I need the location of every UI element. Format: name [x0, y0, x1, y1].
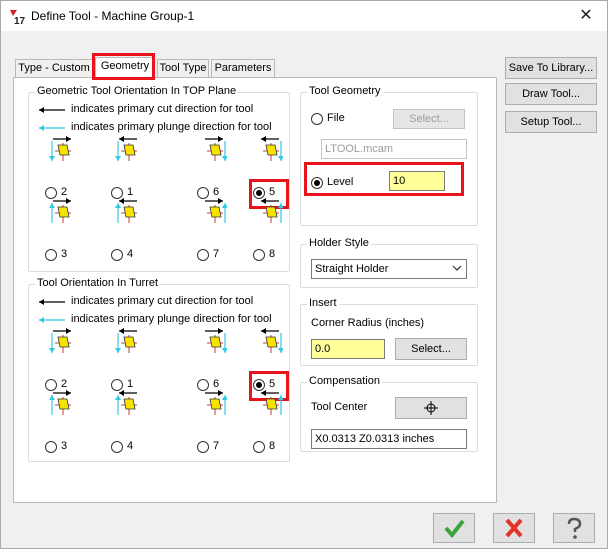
draw-tool-button[interactable]: Draw Tool...	[505, 83, 597, 105]
tool-orientation-6-icon	[205, 136, 227, 161]
window-title: Define Tool - Machine Group-1	[31, 9, 195, 23]
cancel-button[interactable]	[493, 513, 535, 543]
turret-group: Tool Orientation In Turret indicates pri…	[28, 277, 290, 462]
orientation-label-3: 3	[61, 440, 68, 452]
cancel-x-icon	[505, 518, 523, 538]
file-label: File	[327, 112, 345, 124]
orientation-radio-4[interactable]	[111, 249, 123, 261]
ok-button[interactable]	[433, 513, 475, 543]
level-highlight	[304, 162, 464, 196]
tool-orientation-4-icon	[115, 198, 137, 223]
insert-select-button[interactable]: Select...	[395, 338, 467, 360]
top-plane-group: Geometric Tool Orientation In TOP Plane …	[28, 85, 290, 272]
turret-title: Tool Orientation In Turret	[35, 277, 161, 289]
mastercam-logo-icon: 17	[9, 7, 27, 25]
tool-orientation-7-icon	[205, 198, 227, 223]
tool-orientation-1-icon	[115, 136, 137, 161]
plunge-arrow-icon	[39, 125, 65, 131]
tool-orientation-5-icon	[261, 328, 283, 353]
orientation-radio-7[interactable]	[197, 441, 209, 453]
help-question-icon	[567, 517, 582, 539]
checkmark-icon	[444, 519, 465, 539]
close-button[interactable]: ✕	[573, 5, 599, 27]
setup-tool-button[interactable]: Setup Tool...	[505, 111, 597, 133]
insert-title: Insert	[307, 297, 339, 309]
chevron-down-icon	[452, 265, 462, 271]
tool-orientation-5-icon	[261, 136, 283, 161]
orientation-radio-4[interactable]	[111, 441, 123, 453]
orientation-label-8: 8	[269, 440, 276, 452]
orientation-radio-3[interactable]	[45, 249, 57, 261]
top-plane-title: Geometric Tool Orientation In TOP Plane	[35, 85, 239, 97]
svg-text:17: 17	[14, 16, 26, 25]
orientation-label-7: 7	[213, 248, 220, 260]
legend-cut-text: indicates primary cut direction for tool	[71, 103, 254, 115]
corner-radius-field[interactable]: 0.0	[311, 339, 385, 359]
file-path-field[interactable]: LTOOL.mcam	[321, 139, 467, 159]
orientation-label-8: 8	[269, 248, 276, 260]
file-select-button[interactable]: Select...	[393, 109, 465, 129]
cut-arrow-icon	[39, 299, 65, 305]
tool-orientation-2-icon	[49, 136, 71, 161]
tool-orientation-3-icon	[49, 390, 71, 415]
tool-orientation-4-icon	[115, 390, 137, 415]
tab-tool-type[interactable]: Tool Type	[157, 59, 209, 77]
corner-radius-label: Corner Radius (inches)	[311, 317, 425, 329]
tool-center-label: Tool Center	[311, 401, 368, 413]
tool-orientation-8-icon	[261, 198, 283, 223]
file-radio[interactable]	[311, 113, 323, 125]
holder-style-title: Holder Style	[307, 237, 371, 249]
orientation-radio-8[interactable]	[253, 441, 265, 453]
compensation-title: Compensation	[307, 375, 382, 387]
tool-orientation-8-icon	[261, 390, 283, 415]
orientation-label-4: 4	[127, 248, 134, 260]
tab-parameters[interactable]: Parameters	[211, 59, 275, 77]
define-tool-window: 17 Define Tool - Machine Group-1 ✕ Type …	[0, 0, 608, 549]
cut-arrow-icon	[39, 107, 65, 113]
title-bar: 17 Define Tool - Machine Group-1 ✕	[1, 1, 607, 31]
holder-style-value: Straight Holder	[315, 263, 389, 275]
turret-legend-plunge-text: indicates primary plunge direction for t…	[71, 313, 272, 325]
save-to-library-button[interactable]: Save To Library...	[505, 57, 597, 79]
tool-orientation-6-icon	[205, 328, 227, 353]
tool-orientation-1-icon	[115, 328, 137, 353]
tool-geometry-title: Tool Geometry	[307, 85, 383, 97]
holder-style-dropdown[interactable]: Straight Holder	[311, 259, 467, 279]
geometry-tab-highlight	[92, 53, 155, 80]
insert-group: Insert Corner Radius (inches) 0.0 Select…	[300, 297, 478, 366]
legend-plunge-text: indicates primary plunge direction for t…	[71, 121, 272, 133]
tool-orientation-3-icon	[49, 198, 71, 223]
tool-center-button[interactable]	[395, 397, 467, 419]
orientation-label-4: 4	[127, 440, 134, 452]
holder-style-group: Holder Style Straight Holder	[300, 237, 478, 288]
tab-type-custom[interactable]: Type - Custom	[15, 59, 93, 77]
tool-geometry-group: Tool Geometry File Select... LTOOL.mcam …	[300, 85, 478, 226]
orientation-radio-7[interactable]	[197, 249, 209, 261]
crosshair-icon	[424, 401, 438, 415]
orientation-label-7: 7	[213, 440, 220, 452]
turret-legend-cut-text: indicates primary cut direction for tool	[71, 295, 254, 307]
orientation-radio-8[interactable]	[253, 249, 265, 261]
geometry-panel: Geometric Tool Orientation In TOP Plane …	[13, 77, 497, 503]
help-button[interactable]	[553, 513, 595, 543]
compensation-group: Compensation Tool Center X0.0313 Z0.0313…	[300, 375, 478, 452]
plunge-arrow-icon	[39, 317, 65, 323]
compensation-coords-field: X0.0313 Z0.0313 inches	[311, 429, 467, 449]
orientation-label-3: 3	[61, 248, 68, 260]
orientation-radio-3[interactable]	[45, 441, 57, 453]
tool-orientation-2-icon	[49, 328, 71, 353]
tool-orientation-7-icon	[205, 390, 227, 415]
